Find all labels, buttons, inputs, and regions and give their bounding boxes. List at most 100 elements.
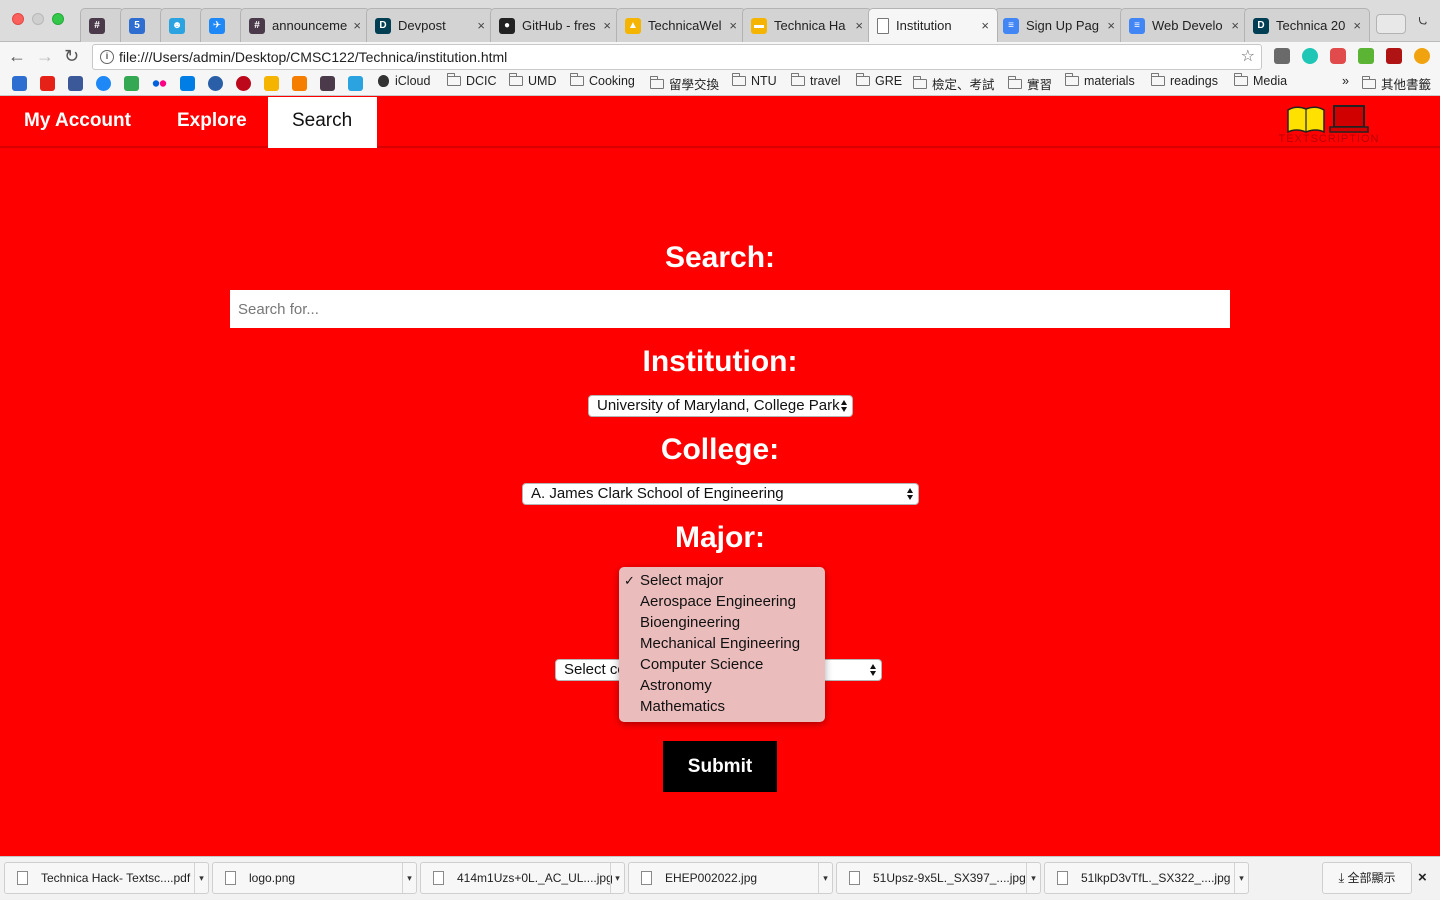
bookmark-pinterest-icon[interactable]: [236, 76, 251, 91]
bookmark-folder[interactable]: iCloud: [378, 74, 430, 88]
bookmark-folder[interactable]: DCIC: [447, 73, 497, 88]
nav-search[interactable]: Search: [268, 97, 377, 148]
tab-favicon-icon: ≡: [1129, 17, 1145, 34]
download-options-chevron-icon[interactable]: ▾: [1026, 863, 1040, 893]
bookmark-folder[interactable]: travel: [791, 73, 841, 88]
extension-alert-icon[interactable]: [1414, 48, 1430, 64]
bookmarks-more-button[interactable]: »: [1342, 74, 1349, 88]
input-method-icon[interactable]: ㇃: [1416, 12, 1428, 29]
browser-tab[interactable]: ▲ TechnicaWel ×: [616, 8, 746, 42]
reload-button[interactable]: ↻: [64, 44, 79, 68]
tab-close-icon[interactable]: ×: [1353, 18, 1361, 33]
bookmark-star-icon[interactable]: ☆: [1241, 45, 1255, 69]
download-item[interactable]: 414m1Uzs+0L._AC_UL....jpg ▾: [420, 862, 625, 894]
major-option[interactable]: ✓ Select major: [619, 570, 825, 591]
bookmark-app-icon[interactable]: [348, 76, 363, 91]
back-button[interactable]: ←: [8, 44, 26, 68]
zoom-window-button[interactable]: [52, 13, 64, 25]
close-window-button[interactable]: [12, 13, 24, 25]
tab-favicon-icon: #: [249, 17, 265, 34]
major-option[interactable]: Mechanical Engineering: [619, 633, 825, 654]
major-option[interactable]: Computer Science: [619, 654, 825, 675]
minimize-window-button[interactable]: [32, 13, 44, 25]
browser-tab[interactable]: ☻: [160, 8, 204, 42]
nav-explore[interactable]: Explore: [153, 97, 271, 148]
bookmark-drive-icon[interactable]: [264, 76, 279, 91]
bookmark-dropbox-icon[interactable]: [180, 76, 195, 91]
browser-tab[interactable]: ● GitHub - fres ×: [490, 8, 620, 42]
tab-close-icon[interactable]: ×: [1231, 18, 1239, 33]
tab-close-icon[interactable]: ×: [855, 18, 863, 33]
search-input[interactable]: [230, 290, 1230, 328]
new-tab-button[interactable]: [1376, 14, 1406, 34]
bookmark-folder[interactable]: materials: [1065, 73, 1135, 88]
major-option[interactable]: Aerospace Engineering: [619, 591, 825, 612]
folder-icon: [1234, 73, 1248, 86]
download-options-chevron-icon[interactable]: ▾: [818, 863, 832, 893]
bookmark-blogger-icon[interactable]: [292, 76, 307, 91]
bookmark-maps-icon[interactable]: [124, 76, 139, 91]
download-options-chevron-icon[interactable]: ▾: [402, 863, 416, 893]
major-option[interactable]: Bioengineering: [619, 612, 825, 633]
browser-tab[interactable]: ≡ Sign Up Pag ×: [994, 8, 1124, 42]
bookmark-folder[interactable]: 實習: [1008, 74, 1052, 93]
college-select[interactable]: A. James Clark School of Engineering: [522, 483, 919, 505]
bookmark-folder[interactable]: UMD: [509, 73, 556, 88]
bookmark-folder[interactable]: 檢定、考試: [913, 74, 995, 93]
tab-close-icon[interactable]: ×: [1107, 18, 1115, 33]
browser-tab[interactable]: ≡ Web Develo ×: [1120, 8, 1248, 42]
download-options-chevron-icon[interactable]: ▾: [1234, 863, 1248, 893]
download-item[interactable]: logo.png ▾: [212, 862, 417, 894]
bookmark-folder[interactable]: readings: [1151, 73, 1218, 88]
file-icon: [17, 871, 28, 885]
bookmark-folder[interactable]: GRE: [856, 73, 902, 88]
forward-button[interactable]: →: [36, 44, 54, 68]
info-icon[interactable]: i: [100, 50, 114, 64]
bookmark-slack-icon[interactable]: [320, 76, 335, 91]
bookmark-folder[interactable]: Cooking: [570, 73, 635, 88]
browser-tab[interactable]: D Technica 20 ×: [1244, 8, 1370, 42]
submit-button[interactable]: Submit: [663, 741, 777, 792]
textscription-logo[interactable]: TEXTSCRIPTION: [1278, 100, 1380, 148]
tab-close-icon[interactable]: ×: [603, 18, 611, 33]
browser-tab[interactable]: D Devpost ×: [366, 8, 494, 42]
extension-evernote-icon[interactable]: [1358, 48, 1374, 64]
bookmark-facebook-icon[interactable]: [68, 76, 83, 91]
download-item[interactable]: 51lkpD3vTfL._SX322_....jpg ▾: [1044, 862, 1249, 894]
institution-select[interactable]: University of Maryland, College Park: [588, 395, 853, 417]
extension-puzzle-icon[interactable]: [1274, 48, 1290, 64]
download-item[interactable]: 51Upsz-9x5L._SX397_....jpg ▾: [836, 862, 1041, 894]
bookmark-other-folder[interactable]: 其他書籤: [1362, 74, 1431, 93]
tab-close-icon[interactable]: ×: [353, 18, 361, 33]
browser-tab[interactable]: 5: [120, 8, 164, 42]
download-item[interactable]: Technica Hack- Textsc....pdf ▾: [4, 862, 209, 894]
download-options-chevron-icon[interactable]: ▾: [194, 863, 208, 893]
download-options-chevron-icon[interactable]: ▾: [610, 863, 624, 893]
browser-tab[interactable]: # announceme ×: [240, 8, 370, 42]
bookmark-5-icon[interactable]: [12, 76, 27, 91]
bookmark-folder[interactable]: NTU: [732, 73, 777, 88]
tab-close-icon[interactable]: ×: [477, 18, 485, 33]
browser-tab[interactable]: ✈: [200, 8, 244, 42]
extension-cloud-icon[interactable]: [1330, 48, 1346, 64]
browser-tab[interactable]: #: [80, 8, 124, 42]
address-bar[interactable]: i file:///Users/admin/Desktop/CMSC122/Te…: [92, 44, 1262, 70]
major-option[interactable]: Astronomy: [619, 675, 825, 696]
bookmark-messenger-icon[interactable]: [96, 76, 111, 91]
tab-close-icon[interactable]: ×: [729, 18, 737, 33]
extension-m-icon[interactable]: [1302, 48, 1318, 64]
download-item[interactable]: EHEP002022.jpg ▾: [628, 862, 833, 894]
close-shelf-button[interactable]: ×: [1418, 869, 1427, 886]
bookmark-folder[interactable]: 留學交換: [650, 74, 719, 93]
browser-tab[interactable]: Institution ×: [868, 8, 998, 42]
bookmark-folder[interactable]: Media: [1234, 73, 1287, 88]
bookmark-flickr-icon[interactable]: [152, 76, 167, 91]
show-all-downloads-button[interactable]: ⤓ 全部顯示: [1322, 862, 1412, 894]
major-option[interactable]: Mathematics: [619, 696, 825, 717]
tab-close-icon[interactable]: ×: [981, 18, 989, 33]
extension-ublock-icon[interactable]: [1386, 48, 1402, 64]
bookmark-skype-icon[interactable]: [208, 76, 223, 91]
nav-my-account[interactable]: My Account: [0, 97, 155, 148]
browser-tab[interactable]: ▬ Technica Ha ×: [742, 8, 872, 42]
bookmark-youtube-icon[interactable]: [40, 76, 55, 91]
